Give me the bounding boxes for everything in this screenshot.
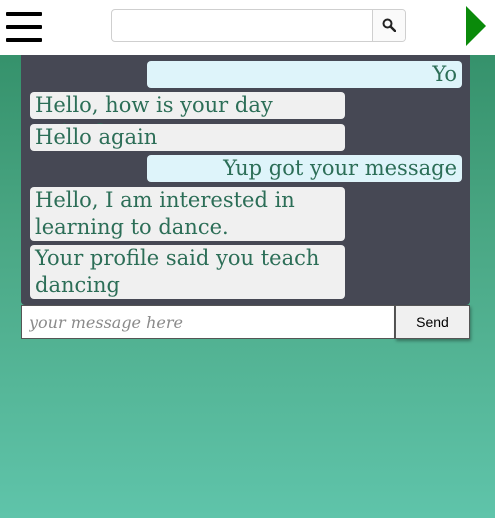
message-bubble-received: Hello, how is your day going? — [30, 92, 345, 144]
search-button[interactable] — [372, 10, 405, 41]
message-bubble-sent: Yo — [147, 61, 462, 88]
message-bubble-received: Hello again — [30, 124, 345, 151]
menu-line — [6, 25, 42, 29]
hamburger-menu-icon[interactable] — [6, 12, 42, 42]
menu-line — [6, 38, 42, 42]
chat-panel: Yo Hello, how is your day going? Hello a… — [21, 55, 470, 305]
search-box — [111, 9, 406, 42]
message-bubble-sent: Yup got your message — [147, 155, 462, 182]
search-icon — [382, 18, 396, 32]
search-input[interactable] — [112, 10, 373, 41]
send-button[interactable]: Send — [395, 305, 470, 339]
menu-line — [6, 12, 42, 16]
message-bubble-received: Hello, I am interested in learning to da… — [30, 187, 345, 241]
play-arrow-icon[interactable] — [466, 6, 486, 46]
message-bubble-received: Your profile said you teach dancing — [30, 245, 345, 299]
message-input[interactable] — [21, 305, 395, 339]
top-bar — [0, 0, 495, 55]
